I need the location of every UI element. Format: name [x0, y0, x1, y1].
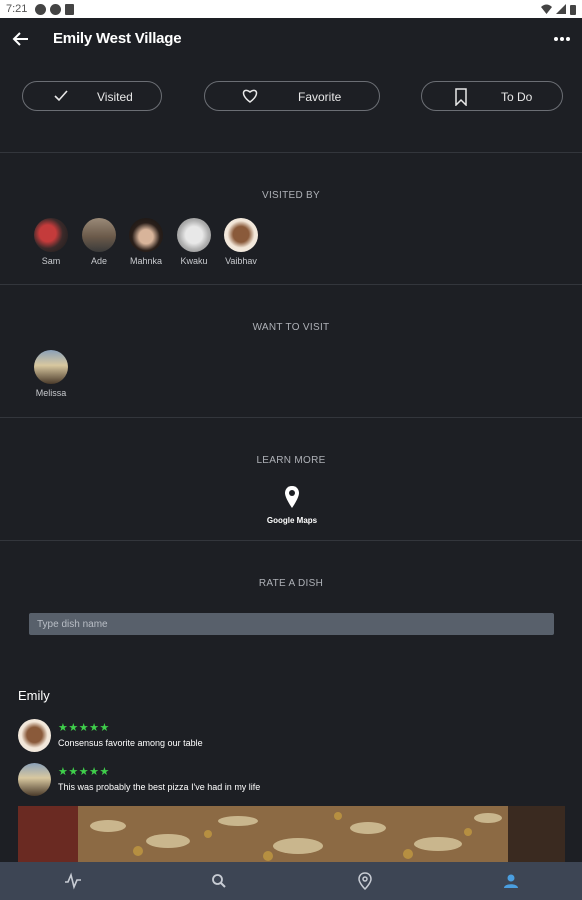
- notification-a-icon: [35, 3, 47, 15]
- bottom-navigation: [0, 862, 582, 900]
- location-icon[interactable]: [356, 872, 374, 890]
- todo-label: To Do: [501, 90, 533, 104]
- visited-by-title: VISITED BY: [261, 190, 320, 201]
- divider: [0, 417, 582, 418]
- reviewer-avatar[interactable]: [18, 719, 51, 752]
- avatar: [82, 218, 116, 252]
- visited-person-sam[interactable]: Sam: [28, 218, 74, 266]
- review-text: Consensus favorite among our table: [58, 738, 203, 748]
- rate-dish-title: RATE A DISH: [258, 578, 324, 589]
- bookmark-icon: [455, 88, 467, 106]
- check-icon: [54, 90, 68, 102]
- dish-name-input[interactable]: [29, 613, 554, 635]
- action-buttons: Visited Favorite To Do: [0, 81, 582, 113]
- visited-label: Visited: [97, 90, 133, 104]
- person-name: Kwaku: [180, 256, 208, 266]
- visited-person-ade[interactable]: Ade: [76, 218, 122, 266]
- visited-button[interactable]: Visited: [22, 81, 162, 111]
- heart-icon: [242, 89, 258, 103]
- review-text: This was probably the best pizza I've ha…: [58, 782, 261, 792]
- person-name: Mahnka: [129, 256, 163, 266]
- divider: [0, 152, 582, 153]
- want-person-melissa[interactable]: Melissa: [28, 350, 74, 398]
- search-icon[interactable]: [210, 872, 228, 890]
- food-photo[interactable]: [18, 806, 565, 864]
- notification-c-icon: [65, 3, 75, 15]
- person-name: Melissa: [35, 388, 67, 398]
- avatar: [177, 218, 211, 252]
- back-arrow-icon[interactable]: [10, 28, 32, 50]
- status-time: 7:21: [6, 3, 28, 15]
- battery-icon: [570, 4, 576, 15]
- person-name: Ade: [90, 256, 107, 266]
- map-pin-icon: [285, 486, 299, 508]
- visited-person-vaibhav[interactable]: Vaibhav: [218, 218, 264, 266]
- avatar: [224, 218, 258, 252]
- signal-icon: [556, 4, 566, 14]
- notification-icons: [35, 3, 75, 15]
- system-icons: [541, 4, 576, 15]
- learn-more-title: LEARN MORE: [256, 455, 326, 466]
- want-to-visit-title: WANT TO VISIT: [252, 322, 330, 333]
- page-title: Emily West Village: [53, 30, 182, 47]
- profile-icon[interactable]: [502, 872, 520, 890]
- star-rating: ★★★★★: [58, 766, 110, 778]
- app-bar: Emily West Village: [0, 18, 582, 62]
- avatar: [34, 350, 68, 384]
- review-dish-name: Emily: [18, 688, 50, 703]
- visited-person-mahnka[interactable]: Mahnka: [123, 218, 169, 266]
- favorite-button[interactable]: Favorite: [204, 81, 380, 111]
- reviewer-avatar[interactable]: [18, 763, 51, 796]
- person-name: Sam: [41, 256, 61, 266]
- notification-b-icon: [50, 3, 62, 15]
- star-rating: ★★★★★: [58, 722, 110, 734]
- favorite-label: Favorite: [298, 90, 342, 104]
- avatar: [129, 218, 163, 252]
- status-bar: 7:21: [0, 0, 582, 18]
- google-maps-link[interactable]: Google Maps: [256, 485, 328, 525]
- visited-person-kwaku[interactable]: Kwaku: [171, 218, 217, 266]
- food-image: [18, 806, 565, 864]
- review-item: ★★★★★ Consensus favorite among our table: [18, 719, 558, 755]
- more-options-icon[interactable]: [552, 28, 572, 50]
- activity-icon[interactable]: [64, 872, 82, 890]
- avatar: [34, 218, 68, 252]
- google-maps-label: Google Maps: [266, 516, 318, 525]
- wifi-icon: [541, 4, 552, 14]
- todo-button[interactable]: To Do: [421, 81, 563, 111]
- review-item: ★★★★★ This was probably the best pizza I…: [18, 763, 558, 799]
- person-name: Vaibhav: [225, 256, 257, 266]
- divider: [0, 540, 582, 541]
- divider: [0, 284, 582, 285]
